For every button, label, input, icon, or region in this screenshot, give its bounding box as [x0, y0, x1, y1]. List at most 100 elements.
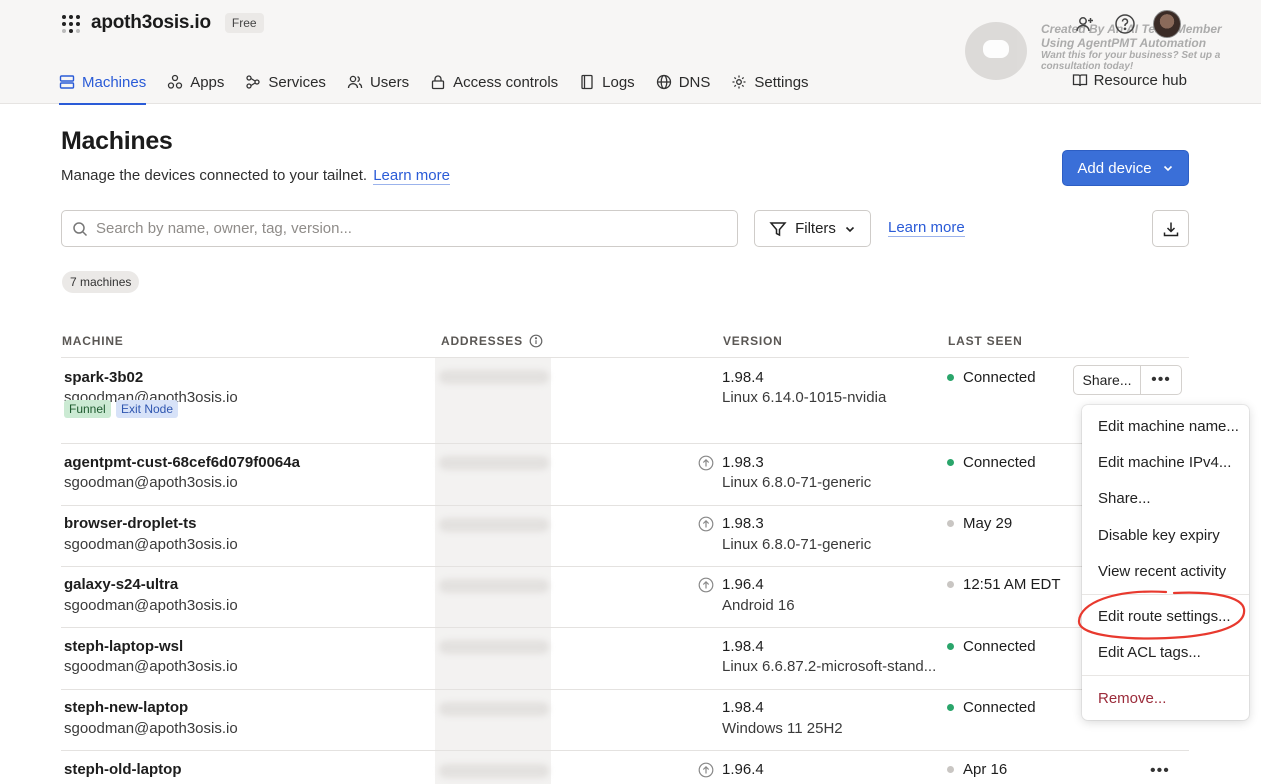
update-available-icon[interactable] [698, 455, 714, 471]
machine-owner: sgoodman@apoth3osis.io [64, 658, 238, 675]
menu-view-recent-activity[interactable]: View recent activity [1098, 563, 1226, 580]
resource-hub-link[interactable]: Resource hub [1072, 60, 1187, 100]
nav-machines[interactable]: Machines [59, 60, 147, 105]
table-row[interactable]: agentpmt-cust-68cef6d079f0064a sgoodman@… [61, 444, 1189, 505]
menu-edit-machine-name[interactable]: Edit machine name... [1098, 418, 1239, 435]
plan-badge: Free [224, 13, 264, 33]
nav-logs-label: Logs [602, 73, 635, 91]
invite-user-icon[interactable] [1073, 12, 1097, 36]
last-seen: Connected [947, 699, 1036, 716]
table-row[interactable]: browser-droplet-ts sgoodman@apoth3osis.i… [61, 506, 1189, 566]
col-header-addresses[interactable]: ADDRESSES [441, 334, 543, 348]
nav-apps[interactable]: Apps [167, 60, 224, 104]
nav-users[interactable]: Users [347, 60, 409, 104]
machine-owner: sgoodman@apoth3osis.io [64, 720, 238, 737]
redacted-address [439, 518, 549, 532]
last-seen-label: May 29 [963, 515, 1013, 532]
more-options-button[interactable]: ••• [1140, 365, 1182, 395]
col-header-version[interactable]: VERSION [723, 334, 783, 348]
learn-more-link[interactable]: Learn more [373, 167, 450, 185]
menu-disable-key-expiry[interactable]: Disable key expiry [1098, 527, 1220, 544]
table-row[interactable]: galaxy-s24-ultra sgoodman@apoth3osis.io … [61, 567, 1189, 627]
machine-version: 1.96.4 [722, 576, 764, 593]
last-seen-label: Apr 16 [963, 761, 1008, 778]
online-status-dot [947, 374, 954, 381]
machine-name[interactable]: browser-droplet-ts [64, 515, 197, 532]
exit-node-tag: Exit Node [116, 400, 179, 418]
nav-logs[interactable]: Logs [579, 60, 635, 104]
menu-divider [1082, 675, 1249, 676]
machine-os: Linux 6.6.87.2-microsoft-stand... [722, 658, 937, 675]
nav-dns[interactable]: DNS [656, 60, 710, 104]
col-header-machine[interactable]: MACHINE [62, 334, 124, 348]
help-icon[interactable] [1113, 12, 1137, 36]
machines-icon [59, 75, 75, 89]
menu-edit-machine-ipv4[interactable]: Edit machine IPv4... [1098, 454, 1231, 471]
machine-name[interactable]: spark-3b02 [64, 369, 143, 386]
page-title: Machines [61, 127, 173, 155]
search-input[interactable] [96, 220, 696, 237]
redacted-address [439, 702, 549, 716]
filters-learn-more-link[interactable]: Learn more [888, 220, 965, 237]
machine-version: 1.96.4 [722, 761, 764, 778]
col-header-version-label: VERSION [723, 334, 783, 348]
download-icon [1163, 222, 1178, 236]
search-icon [73, 221, 88, 236]
menu-remove[interactable]: Remove... [1098, 690, 1166, 707]
nav-settings[interactable]: Settings [731, 60, 809, 104]
user-avatar[interactable] [1153, 10, 1181, 38]
update-available-icon[interactable] [698, 516, 714, 532]
share-button[interactable]: Share... [1073, 365, 1141, 395]
menu-divider [1082, 594, 1249, 595]
online-status-dot [947, 643, 954, 650]
table-row[interactable]: spark-3b02 sgoodman@apoth3osis.io Funnel… [61, 358, 1189, 443]
update-available-icon[interactable] [698, 577, 714, 593]
nav-services[interactable]: Services [245, 60, 326, 104]
services-icon [246, 75, 261, 89]
robot-logo-icon [965, 22, 1027, 80]
nav-access-controls[interactable]: Access controls [430, 60, 558, 104]
machine-owner: sgoodman@apoth3osis.io [64, 597, 238, 614]
col-header-last-seen[interactable]: LAST SEEN [948, 334, 1023, 348]
machine-name[interactable]: agentpmt-cust-68cef6d079f0064a [64, 454, 300, 471]
filters-button[interactable]: Filters [754, 210, 871, 247]
machine-search[interactable] [61, 210, 738, 247]
brand[interactable]: apoth3osis.io Free [61, 12, 264, 34]
tailnet-name: apoth3osis.io [91, 12, 211, 33]
machine-name[interactable]: steph-laptop-wsl [64, 638, 183, 655]
table-row[interactable]: steph-laptop-wsl sgoodman@apoth3osis.io … [61, 628, 1189, 689]
export-button[interactable] [1152, 210, 1189, 247]
info-icon[interactable] [529, 334, 543, 348]
last-seen-label: Connected [963, 699, 1036, 716]
menu-edit-acl-tags[interactable]: Edit ACL tags... [1098, 644, 1201, 661]
machine-os: Windows 11 25H2 [722, 720, 843, 737]
logs-icon [581, 74, 593, 90]
nav-machines-label: Machines [82, 73, 147, 91]
last-seen: Connected [947, 454, 1036, 471]
chevron-down-icon [845, 226, 854, 232]
nav-access-controls-label: Access controls [453, 73, 559, 91]
filters-label: Filters [795, 220, 836, 237]
more-options-button[interactable]: ••• [1150, 762, 1170, 780]
col-header-machine-label: MACHINE [62, 334, 124, 348]
machine-name[interactable]: galaxy-s24-ultra [64, 576, 178, 593]
last-seen-label: Connected [963, 454, 1036, 471]
table-row[interactable]: steph-old-laptop 1.96.4 Apr 16 [61, 751, 1189, 784]
machine-version: 1.98.4 [722, 369, 764, 386]
table-row[interactable]: steph-new-laptop sgoodman@apoth3osis.io … [61, 690, 1189, 750]
last-seen-label: Connected [963, 638, 1036, 655]
page-subtitle: Manage the devices connected to your tai… [61, 167, 450, 185]
machine-name[interactable]: steph-new-laptop [64, 699, 188, 716]
resource-hub-label: Resource hub [1093, 71, 1187, 89]
online-status-dot [947, 704, 954, 711]
nav-users-label: Users [369, 73, 410, 91]
add-device-button[interactable]: Add device [1062, 150, 1189, 186]
menu-share[interactable]: Share... [1098, 490, 1151, 507]
menu-edit-route-settings[interactable]: Edit route settings... [1098, 608, 1231, 625]
chevron-down-icon [1163, 165, 1172, 172]
machine-name[interactable]: steph-old-laptop [64, 761, 181, 778]
update-available-icon[interactable] [698, 762, 714, 778]
redacted-address [439, 764, 549, 778]
col-header-last-seen-label: LAST SEEN [948, 334, 1023, 348]
last-seen: 12:51 AM EDT [947, 576, 1061, 593]
